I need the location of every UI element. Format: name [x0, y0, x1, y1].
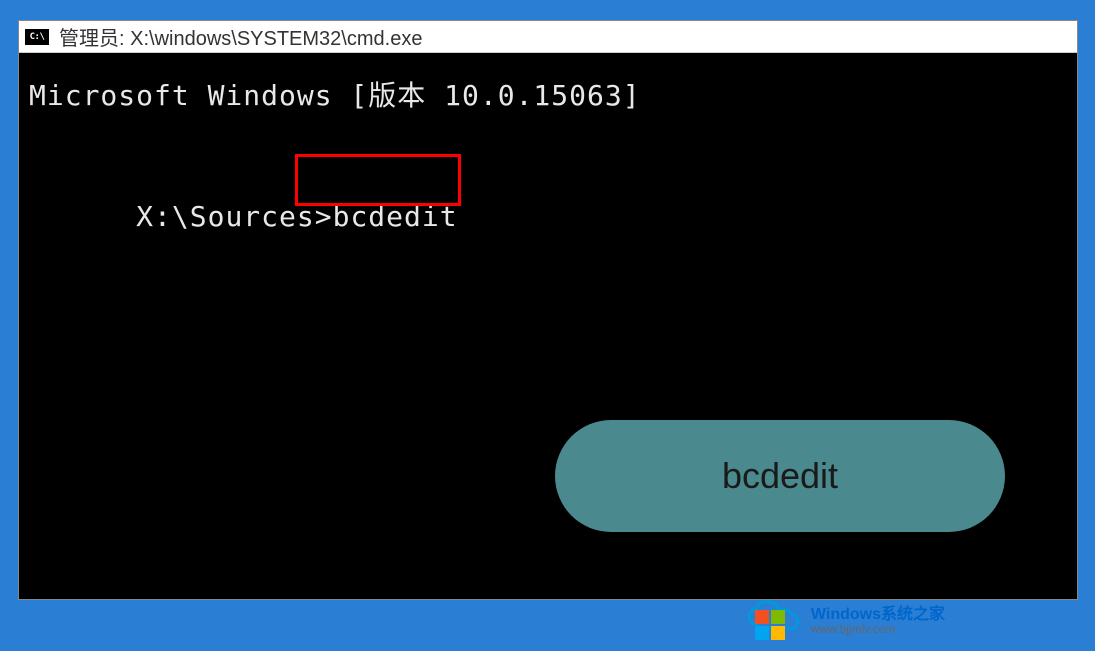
prompt-line: X:\Sources>bcdedit — [29, 162, 1067, 308]
caption-label: bcdedit — [722, 455, 838, 497]
tile-yellow — [771, 626, 785, 640]
prompt-text: X:\Sources> — [136, 200, 332, 233]
terminal-output[interactable]: Microsoft Windows [版本 10.0.15063] X:\Sou… — [19, 53, 1077, 324]
windows-logo-icon — [743, 596, 803, 646]
tile-green — [771, 610, 785, 624]
command-highlight-box — [295, 154, 461, 206]
watermark-slogan: 系统之家 — [881, 606, 945, 623]
command-text: bcdedit — [333, 200, 458, 233]
watermark: Windows系统之家 www.bjjmlv.com — [743, 596, 945, 646]
cmd-icon: C:\ — [25, 29, 49, 45]
version-line: Microsoft Windows [版本 10.0.15063] — [29, 78, 1067, 114]
watermark-url: www.bjjmlv.com — [811, 623, 895, 636]
tile-red — [755, 610, 769, 624]
window-titlebar[interactable]: C:\ 管理员: X:\windows\SYSTEM32\cmd.exe — [19, 21, 1077, 53]
watermark-brand: Windows — [811, 606, 881, 623]
watermark-text: Windows系统之家 www.bjjmlv.com — [811, 606, 945, 637]
tile-blue — [755, 626, 769, 640]
caption-pill: bcdedit — [555, 420, 1005, 532]
window-title: 管理员: X:\windows\SYSTEM32\cmd.exe — [59, 22, 422, 51]
